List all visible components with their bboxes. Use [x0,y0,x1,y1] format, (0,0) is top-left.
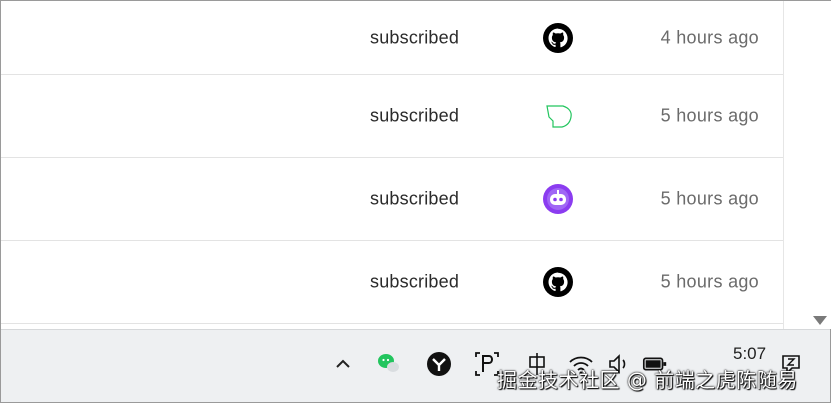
wechat-icon[interactable] [375,350,403,378]
event-action: subscribed [370,188,460,209]
github-icon [541,21,575,55]
github-icon [541,265,575,299]
scroll-down-arrow-icon[interactable] [813,316,827,325]
event-time: 5 hours ago [660,188,759,209]
event-list: subscribed 4 hours ago subscribed 5 hour… [1,1,783,329]
list-item[interactable]: subscribed 4 hours ago [1,1,783,75]
list-item[interactable]: subscribed 5 hours ago [1,75,783,158]
event-time: 5 hours ago [660,105,759,126]
vertical-scrollbar[interactable] [783,1,831,329]
taskbar: 5:07 掘金技术社区 @ 前端之虎陈随易 [1,329,830,402]
app-window: subscribed 4 hours ago subscribed 5 hour… [0,0,831,403]
list-item[interactable]: subscribed 5 hours ago [1,241,783,324]
app-icon[interactable] [425,350,453,378]
clock-time[interactable]: 5:07 [733,344,766,364]
event-action: subscribed [370,271,460,292]
chevron-up-icon[interactable] [329,350,357,378]
event-action: subscribed [370,105,460,126]
event-time: 5 hours ago [660,271,759,292]
event-time: 4 hours ago [660,27,759,47]
watermark: 掘金技术社区 @ 前端之虎陈随易 [497,368,798,392]
green-shape-icon [541,99,575,133]
purple-bot-icon [541,182,575,216]
event-action: subscribed [370,27,460,47]
list-item[interactable]: subscribed 5 hours ago [1,158,783,241]
